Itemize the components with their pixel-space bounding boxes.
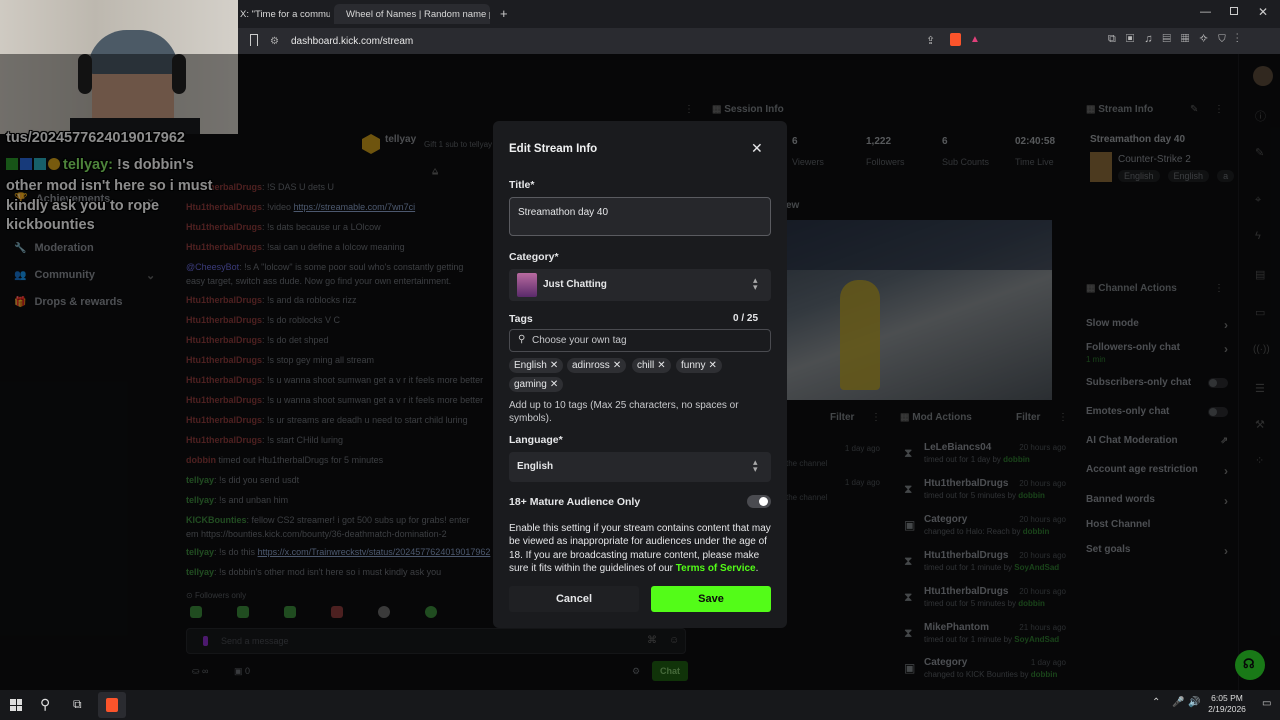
remove-tag-icon[interactable]: ✕ <box>708 360 716 371</box>
volume-icon[interactable]: 🔊 <box>1188 697 1200 708</box>
select-arrows-icon: ▴ ▾ <box>753 457 758 474</box>
remove-tag-icon[interactable]: ✕ <box>657 360 665 371</box>
language-label: Language* <box>509 434 563 446</box>
clock[interactable]: 6:05 PM 2/19/2026 <box>1201 693 1253 715</box>
remove-tag-icon[interactable]: ✕ <box>613 360 621 371</box>
tags-input[interactable]: ⚲ Choose your own tag <box>509 329 771 352</box>
restore-icon[interactable] <box>1230 7 1238 15</box>
remove-tag-icon[interactable]: ✕ <box>550 360 558 371</box>
select-arrows-icon: ▴ ▾ <box>753 275 758 292</box>
share-icon[interactable]: ⇪ <box>926 34 935 47</box>
url-field[interactable]: dashboard.kick.com/stream <box>291 36 413 47</box>
minimize-icon[interactable]: — <box>1200 6 1211 18</box>
microphone-icon[interactable]: 🎤 <box>1172 697 1184 708</box>
close-window-icon[interactable]: ✕ <box>1258 5 1268 19</box>
new-tab-icon[interactable]: + <box>500 6 508 21</box>
tag-chip-english[interactable]: English ✕ <box>509 358 564 373</box>
tags-help-text: Add up to 10 tags (Max 25 characters, no… <box>509 400 739 424</box>
extensions-icon[interactable]: ⧉▣♫▤▦✧⛉⋮ <box>1108 33 1249 46</box>
toggle-knob <box>759 497 768 506</box>
edit-stream-info-modal: Edit Stream Info ✕ Title* Streamathon da… <box>493 121 787 628</box>
close-icon[interactable]: ✕ <box>751 140 763 157</box>
category-thumbnail <box>517 273 537 297</box>
windows-taskbar: ⚲ ⧉ ⌃ 🎤 🔊 6:05 PM 2/19/2026 ▭ <box>0 690 1280 720</box>
search-icon[interactable]: ⚲ <box>40 696 50 713</box>
category-select[interactable]: Just Chatting ▴ ▾ <box>509 269 771 301</box>
tab-x[interactable]: X: "Time for a commu <box>240 4 330 24</box>
tab-wheel-of-names[interactable]: Wheel of Names | Random name pick <box>334 4 490 24</box>
language-select[interactable]: English ▴ ▾ <box>509 452 771 482</box>
tab-title: X: "Time for a commu <box>240 8 330 20</box>
terms-of-service-link[interactable]: Terms of Service <box>676 563 756 574</box>
tags-count: 0 / 25 <box>733 313 759 324</box>
task-view-icon[interactable]: ⧉ <box>73 697 82 712</box>
tag-chip-gaming[interactable]: gaming ✕ <box>509 377 564 392</box>
tag-chip-adinross[interactable]: adinross ✕ <box>567 358 627 373</box>
tray-chevron-icon[interactable]: ⌃ <box>1152 697 1160 708</box>
search-icon: ⚲ <box>518 334 526 345</box>
rewards-icon[interactable]: ▲ <box>970 34 980 45</box>
brave-taskbar-icon[interactable] <box>98 692 126 718</box>
mature-label: 18+ Mature Audience Only <box>509 496 641 508</box>
cancel-button[interactable]: Cancel <box>509 586 639 612</box>
windows-start-icon[interactable] <box>10 699 22 711</box>
tag-chip-funny[interactable]: funny ✕ <box>676 358 722 373</box>
tag-chip-chill[interactable]: chill ✕ <box>632 358 671 373</box>
category-label: Category* <box>509 251 559 263</box>
brave-shield-icon[interactable] <box>950 33 961 46</box>
site-settings-icon[interactable]: ⚙ <box>270 36 279 47</box>
tags-label: Tags <box>509 313 533 325</box>
modal-title: Edit Stream Info <box>509 143 598 155</box>
title-label: Title* <box>509 179 535 191</box>
tab-title: Wheel of Names | Random name pick <box>346 8 490 20</box>
remove-tag-icon[interactable]: ✕ <box>550 379 558 390</box>
brave-logo-icon <box>106 698 118 712</box>
mature-description: Enable this setting if your stream conta… <box>509 523 771 575</box>
bookmark-icon[interactable] <box>250 34 258 46</box>
save-button[interactable]: Save <box>651 586 771 612</box>
title-input[interactable]: Streamathon day 40 <box>509 197 771 236</box>
notification-icon[interactable]: ▭ <box>1262 698 1271 709</box>
mature-toggle[interactable] <box>747 495 771 508</box>
